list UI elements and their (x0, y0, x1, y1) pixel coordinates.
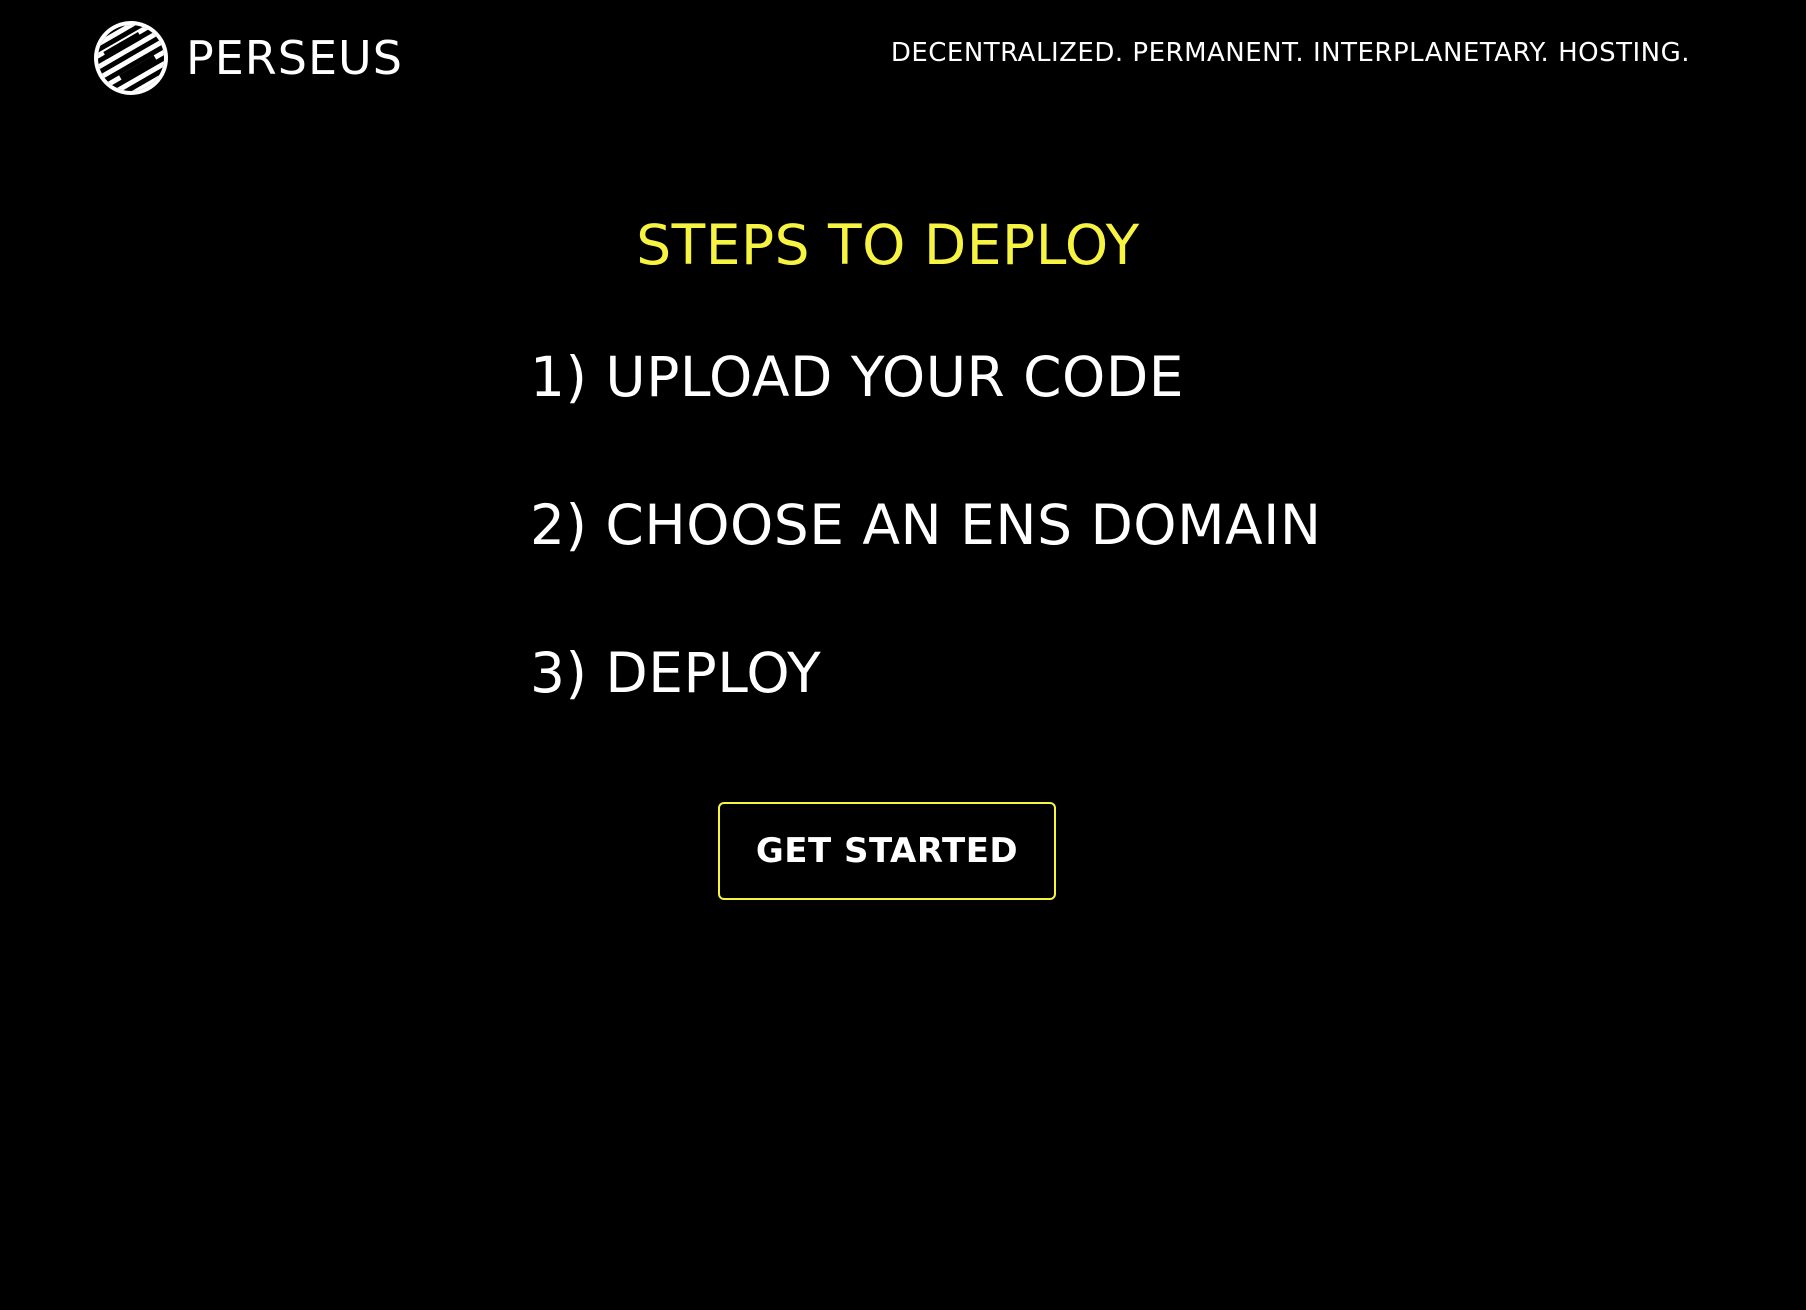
main-content: STEPS TO DEPLOY 1) UPLOAD YOUR CODE 2) C… (0, 0, 1806, 1310)
step-choose-ens-domain: 2) CHOOSE AN ENS DOMAIN (530, 493, 1322, 557)
get-started-button[interactable]: GET STARTED (718, 802, 1056, 900)
deploy-steps-list: 1) UPLOAD YOUR CODE 2) CHOOSE AN ENS DOM… (530, 350, 1322, 794)
page-title: STEPS TO DEPLOY (636, 213, 1140, 277)
step-deploy: 3) DEPLOY (530, 641, 822, 705)
step-upload-code: 1) UPLOAD YOUR CODE (530, 345, 1184, 409)
